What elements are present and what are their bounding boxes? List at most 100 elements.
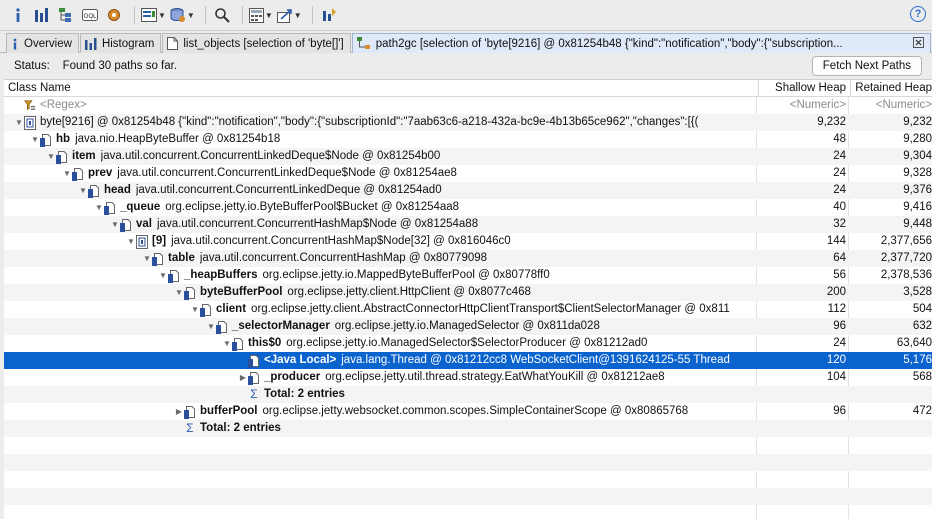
table-row[interactable]: ▼ _queue org.eclipse.jetty.io.ByteBufferPo… — [4, 199, 932, 216]
table-row[interactable]: ▼ head java.util.concurrent.ConcurrentLink… — [4, 182, 932, 199]
field-name: _queue — [120, 201, 161, 213]
field-name: this$0 — [248, 337, 282, 349]
expanded-chevron-icon[interactable]: ▼ — [126, 233, 136, 250]
object-icon — [216, 320, 228, 334]
shallow-heap-cell: 96 — [833, 405, 846, 417]
class-name-cell: ▶ _producer org.eclipse.jetty.util.thread.… — [4, 369, 756, 386]
calculator-icon[interactable]: ▼ — [248, 4, 273, 26]
table-row[interactable]: ▶ _producer org.eclipse.jetty.util.thread.… — [4, 369, 932, 386]
chevron-down-icon[interactable]: ▼ — [265, 11, 273, 20]
shallow-heap-cell: 56 — [833, 269, 846, 281]
filter-row[interactable]: <Regex> <Numeric> <Numeric> — [4, 97, 932, 114]
expanded-chevron-icon[interactable]: ▼ — [174, 284, 184, 301]
table-row[interactable]: ▶ bufferPool org.eclipse.jetty.websocket.c… — [4, 403, 932, 420]
table-row[interactable]: <Java Local> java.lang.Thread @ 0x81212cc… — [4, 352, 932, 369]
regex-filter-input[interactable]: <Regex> — [40, 97, 87, 114]
tab-overview[interactable]: Overview — [6, 33, 79, 53]
retained-heap-value: 9,448 — [903, 218, 932, 230]
object-description: org.eclipse.jetty.util.thread.strategy.E… — [325, 371, 665, 383]
histogram-icon — [84, 37, 97, 50]
retained-filter-input[interactable]: <Numeric> — [850, 97, 932, 114]
fetch-next-paths-button[interactable]: Fetch Next Paths — [811, 56, 922, 76]
document-icon — [167, 37, 179, 50]
expanded-chevron-icon[interactable]: ▼ — [222, 335, 232, 352]
query-browser-icon[interactable]: ▼ — [141, 4, 166, 26]
retained-heap-cell: 2,377,656 — [850, 233, 932, 250]
tab-histogram[interactable]: Histogram — [79, 33, 162, 53]
retained-heap-value: 2,377,720 — [880, 252, 932, 264]
table-row[interactable]: ▼ item java.util.concurrent.ConcurrentLink… — [4, 148, 932, 165]
collapsed-chevron-icon[interactable]: ▶ — [238, 369, 248, 386]
table-row[interactable]: ▼ client org.eclipse.jetty.client.Abstract… — [4, 301, 932, 318]
table-row[interactable]: ▼ prev java.util.concurrent.ConcurrentLink… — [4, 165, 932, 182]
expanded-chevron-icon[interactable]: ▼ — [94, 199, 104, 216]
chevron-down-icon[interactable]: ▼ — [187, 11, 195, 20]
help-icon[interactable]: ? — [910, 6, 926, 22]
column-header-shallow-heap[interactable]: Shallow Heap — [758, 80, 850, 97]
object-description: java.util.concurrent.ConcurrentLinkedDeq… — [117, 167, 457, 179]
expanded-chevron-icon[interactable]: ▼ — [190, 301, 200, 318]
chevron-down-icon[interactable]: ▼ — [294, 11, 302, 20]
expanded-chevron-icon[interactable]: ▼ — [46, 148, 56, 165]
chevron-down-icon[interactable]: ▼ — [158, 11, 166, 20]
empty-row — [4, 488, 932, 505]
path-tree-table[interactable]: Class Name Shallow Heap Retained Heap <R… — [4, 79, 932, 519]
shallow-heap-cell: 104 — [826, 371, 846, 383]
histogram-icon[interactable] — [32, 4, 52, 26]
object-description: org.eclipse.jetty.io.ManagedSelector @ 0… — [334, 320, 600, 332]
oql-icon[interactable]: OQL — [80, 4, 100, 26]
expanded-chevron-icon[interactable]: ▼ — [206, 318, 216, 335]
sigma-icon: Σ — [186, 421, 194, 435]
column-header-retained-heap[interactable]: Retained Heap — [850, 80, 932, 97]
table-row[interactable]: ▼ table java.util.concurrent.ConcurrentHas… — [4, 250, 932, 267]
shallow-filter-input[interactable]: <Numeric> — [758, 97, 850, 114]
object-description: byte[9216] @ 0x81254b48 {"kind":"notific… — [40, 116, 699, 128]
table-row[interactable]: ▼ byteBufferPool org.eclipse.jetty.client.… — [4, 284, 932, 301]
object-description: java.nio.HeapByteBuffer @ 0x81254b18 — [75, 133, 281, 145]
dominator-tree-icon[interactable] — [56, 4, 76, 26]
table-row[interactable]: ▼ _heapBuffers org.eclipse.jetty.io.Mapped… — [4, 267, 932, 284]
field-name: _producer — [264, 371, 321, 383]
retained-heap-cell: 63,640 — [850, 335, 932, 352]
shallow-heap-cell: 112 — [827, 303, 846, 315]
gear-icon[interactable] — [104, 4, 124, 26]
table-row[interactable]: ▼ [9] java.util.concurrent.ConcurrentHashM… — [4, 233, 932, 250]
table-row[interactable]: ▼ _selectorManager org.eclipse.jetty.io.Ma… — [4, 318, 932, 335]
expanded-chevron-icon[interactable]: ▼ — [142, 250, 152, 267]
object-description: java.util.concurrent.ConcurrentLinkedDeq… — [100, 150, 441, 162]
table-row[interactable]: ▼ byte[9216] @ 0x81254b48 {"kind":"notifi… — [4, 114, 932, 131]
collapsed-chevron-icon[interactable]: ▶ — [174, 403, 184, 420]
heap-dump-icon[interactable]: ▼ — [170, 4, 195, 26]
object-icon — [168, 269, 180, 283]
field-name: hb — [56, 133, 71, 145]
search-icon[interactable] — [212, 4, 232, 26]
expanded-chevron-icon[interactable]: ▼ — [62, 165, 72, 182]
table-row[interactable]: ▼ hb java.nio.HeapByteBuffer @ 0x81254b18 4… — [4, 131, 932, 148]
retained-heap-value: 9,304 — [903, 150, 932, 162]
column-header-class-name[interactable]: Class Name — [8, 80, 748, 97]
expanded-chevron-icon[interactable]: ▼ — [78, 182, 88, 199]
field-name: table — [168, 252, 195, 264]
table-row[interactable]: ▼ this$0 org.eclipse.jetty.io.ManagedSelec… — [4, 335, 932, 352]
info-icon[interactable] — [8, 4, 28, 26]
expanded-chevron-icon[interactable]: ▼ — [30, 131, 40, 148]
retained-heap-value: 9,416 — [903, 201, 932, 213]
total-row[interactable]: Σ Total: 2 entries — [4, 420, 932, 437]
object-description: java.util.concurrent.ConcurrentHashMap @… — [199, 252, 488, 264]
class-name-cell: ▼ this$0 org.eclipse.jetty.io.ManagedSelec… — [4, 335, 756, 352]
total-row[interactable]: Σ Total: 2 entries — [4, 386, 932, 403]
tab-label: path2gc [selection of 'byte[9216] @ 0x81… — [375, 37, 843, 50]
table-row[interactable]: ▼ val java.util.concurrent.ConcurrentHashM… — [4, 216, 932, 233]
object-icon — [248, 371, 260, 385]
field-name: item — [72, 150, 96, 162]
export-icon[interactable]: ▼ — [276, 4, 302, 26]
array-object-icon — [24, 115, 36, 130]
expanded-chevron-icon[interactable]: ▼ — [14, 114, 24, 131]
expanded-chevron-icon[interactable]: ▼ — [158, 267, 168, 284]
tab-list-objects[interactable]: list_objects [selection of 'byte[]'] — [162, 33, 351, 53]
close-icon[interactable] — [913, 36, 924, 51]
tab-path2gc[interactable]: path2gc [selection of 'byte[9216] @ 0x81… — [351, 33, 931, 53]
info-icon — [11, 38, 19, 50]
run-report-icon[interactable] — [319, 4, 339, 26]
expanded-chevron-icon[interactable]: ▼ — [110, 216, 120, 233]
